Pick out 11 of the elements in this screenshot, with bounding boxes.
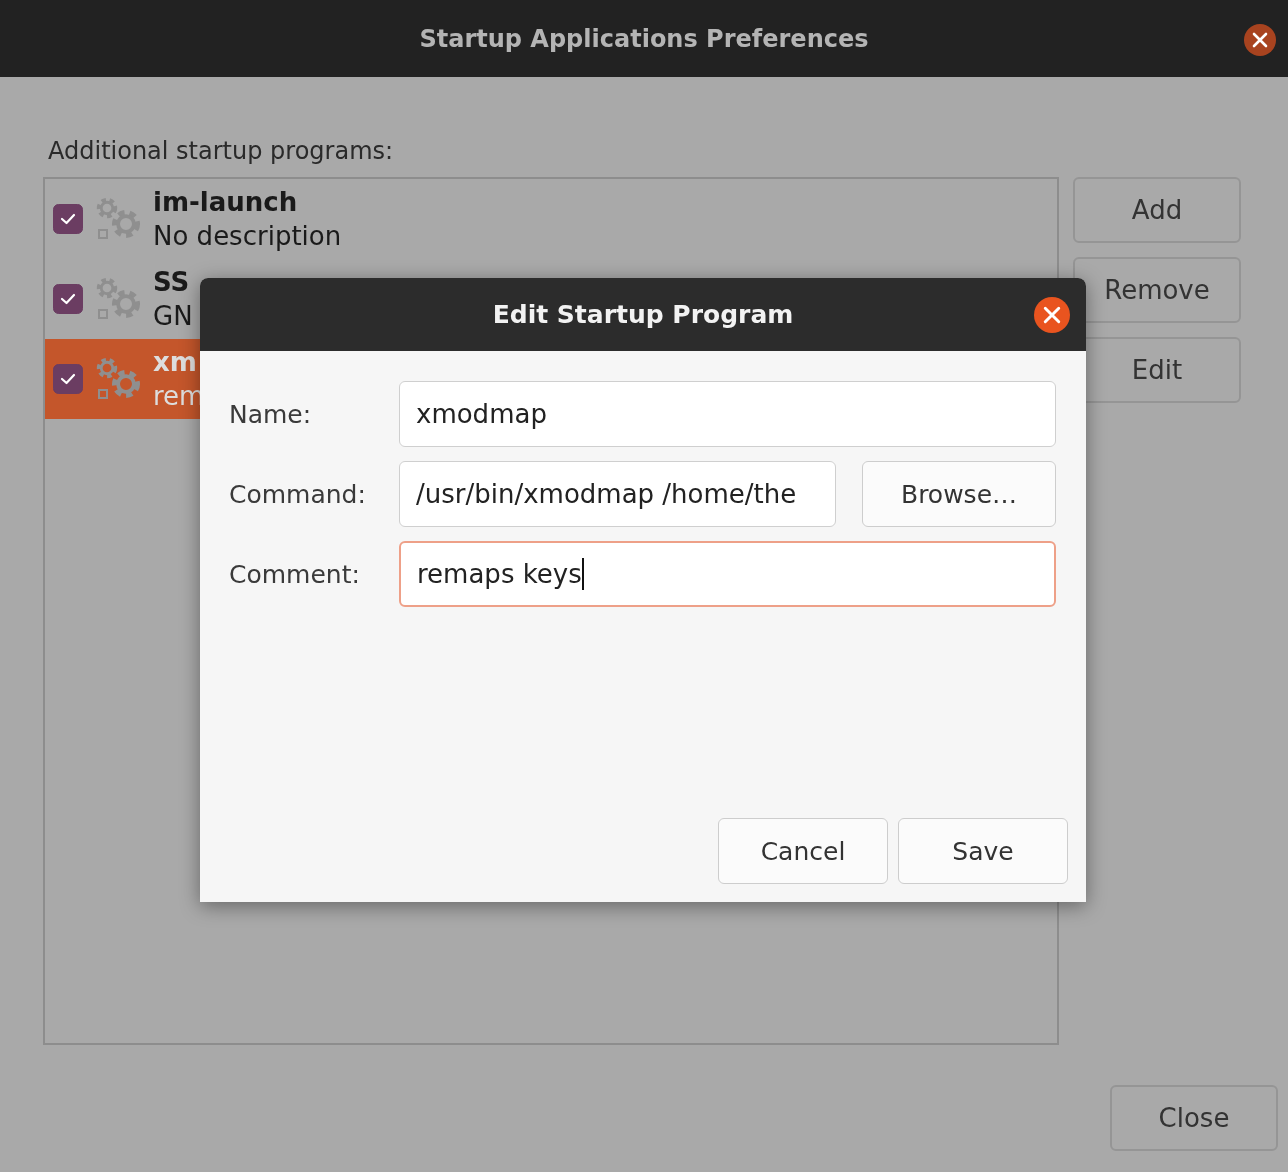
- field-label: Command:: [229, 479, 367, 509]
- program-description: No description: [153, 220, 342, 253]
- field-label: Comment:: [229, 559, 361, 589]
- program-name: SS: [153, 266, 191, 299]
- program-name: xm: [153, 346, 198, 379]
- field-label: Name:: [229, 399, 313, 429]
- window-title: Startup Applications Preferences: [419, 24, 869, 53]
- program-description: GN: [153, 300, 193, 333]
- program-name: im-launch: [153, 186, 299, 219]
- list-label: Additional startup programs:: [48, 137, 395, 165]
- dialog-title: Edit Startup Program: [492, 300, 794, 329]
